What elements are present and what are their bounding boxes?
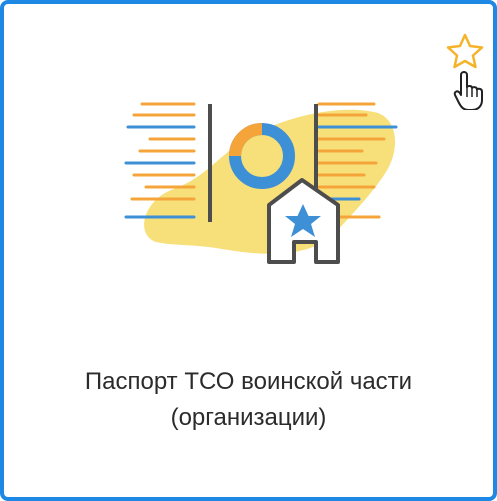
- card-title-line-2: (организации): [170, 404, 327, 431]
- card-title-line-1: Паспорт ТСО воинской части: [84, 368, 413, 395]
- document-passport-illustration-icon: [104, 94, 404, 274]
- card-title[interactable]: Паспорт ТСО воинской части (организации): [24, 364, 473, 436]
- favorite-star-button[interactable]: [442, 32, 492, 110]
- star-outline-icon: [446, 33, 484, 69]
- hand-pointer-icon: [453, 71, 483, 110]
- service-card[interactable]: Паспорт ТСО воинской части (организации): [0, 0, 497, 501]
